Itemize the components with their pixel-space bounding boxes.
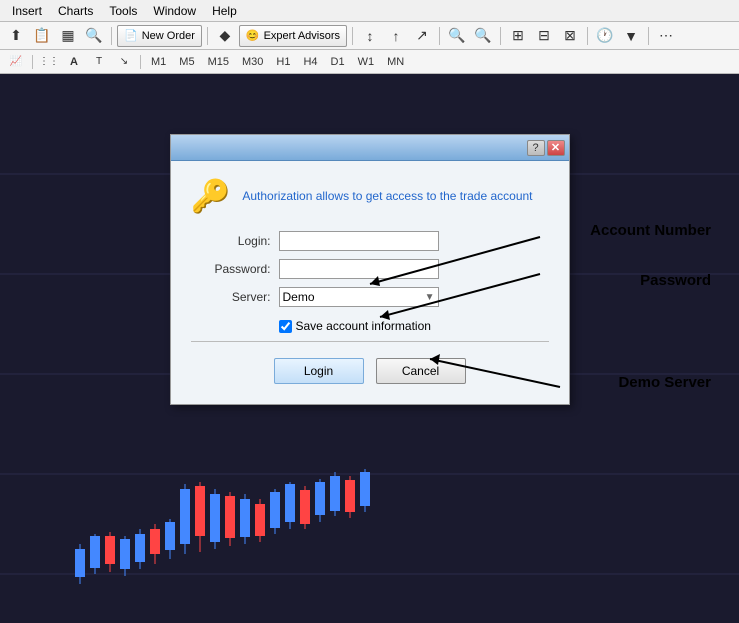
separator-6	[587, 27, 588, 45]
server-value: Demo	[283, 290, 315, 304]
expert-advisors-button[interactable]: 😊 Expert Advisors	[239, 25, 347, 47]
chart-area: ? ✕ 🔑 Authorization allows to get access…	[0, 74, 739, 623]
menu-help[interactable]: Help	[204, 2, 245, 20]
menu-insert[interactable]: Insert	[4, 2, 50, 20]
toolbar-btn-4[interactable]: 🔍	[82, 25, 106, 47]
password-annotation: Password	[640, 272, 711, 289]
save-info-row: Save account information	[279, 319, 549, 333]
separator-4	[439, 27, 440, 45]
password-label: Password:	[191, 262, 271, 276]
tf-h4[interactable]: H4	[297, 53, 323, 71]
dialog-divider	[191, 341, 549, 342]
toolbar-btn-1[interactable]: ⬆	[4, 25, 28, 47]
toolbar-btn-3[interactable]: ▦	[56, 25, 80, 47]
expert-icon: 😊	[246, 29, 260, 42]
tf-sep-2	[140, 55, 141, 69]
toolbar-btn-7[interactable]: ↑	[384, 25, 408, 47]
new-order-icon: 📄	[124, 29, 138, 42]
toolbar-btn-11[interactable]: ⊠	[558, 25, 582, 47]
timeframe-toolbar: 📈 ⋮⋮ A T ↘ M1 M5 M15 M30 H1 H4 D1 W1 MN	[0, 50, 739, 74]
menu-tools[interactable]: Tools	[101, 2, 145, 20]
dialog-buttons: Login Cancel	[191, 350, 549, 388]
server-row: Server: Demo ▼	[191, 287, 549, 307]
demo-server-annotation: Demo Server	[618, 374, 711, 391]
save-info-label: Save account information	[296, 319, 431, 333]
login-dialog: ? ✕ 🔑 Authorization allows to get access…	[170, 134, 570, 405]
dialog-titlebar: ? ✕	[171, 135, 569, 161]
separator-7	[648, 27, 649, 45]
cancel-button[interactable]: Cancel	[376, 358, 466, 384]
server-label: Server:	[191, 290, 271, 304]
dialog-form: Login: Password: Server: Demo ▼	[191, 231, 549, 307]
toolbar-t-btn[interactable]: T	[87, 51, 111, 73]
login-input[interactable]	[279, 231, 439, 251]
toolbar-btn-6[interactable]: ↕	[358, 25, 382, 47]
dialog-description: Authorization allows to get access to th…	[242, 189, 532, 203]
password-input[interactable]	[279, 259, 439, 279]
new-order-label: New Order	[142, 30, 195, 42]
account-number-annotation: Account Number	[590, 222, 711, 239]
toolbar-btn-12[interactable]: 🕐	[593, 25, 617, 47]
tf-d1[interactable]: D1	[325, 53, 351, 71]
expert-label: Expert Advisors	[264, 30, 340, 42]
toolbar-btn-9[interactable]: ⊞	[506, 25, 530, 47]
toolbar-btn-14[interactable]: ⋯	[654, 25, 678, 47]
tf-mn[interactable]: MN	[381, 53, 410, 71]
login-row: Login:	[191, 231, 549, 251]
new-order-button[interactable]: 📄 New Order	[117, 25, 202, 47]
password-row: Password:	[191, 259, 549, 279]
tf-h1[interactable]: H1	[270, 53, 296, 71]
tf-sep-1	[32, 55, 33, 69]
tf-m15[interactable]: M15	[202, 53, 235, 71]
toolbar-arrow-btn[interactable]: ↘	[112, 51, 136, 73]
dialog-help-button[interactable]: ?	[527, 140, 545, 156]
separator-3	[352, 27, 353, 45]
menu-bar: Insert Charts Tools Window Help	[0, 0, 739, 22]
menu-charts[interactable]: Charts	[50, 2, 101, 20]
separator-2	[207, 27, 208, 45]
tf-w1[interactable]: W1	[352, 53, 381, 71]
save-info-checkbox[interactable]	[279, 320, 292, 333]
zoom-out-button[interactable]: 🔍	[471, 25, 495, 47]
toolbar-btn-10[interactable]: ⊟	[532, 25, 556, 47]
select-arrow-icon: ▼	[425, 292, 435, 303]
toolbar-a-btn[interactable]: A	[62, 51, 86, 73]
toolbar-btn-8[interactable]: ↗	[410, 25, 434, 47]
tf-m1[interactable]: M1	[145, 53, 172, 71]
dialog-overlay: ? ✕ 🔑 Authorization allows to get access…	[0, 74, 739, 623]
toolbar-btn-2[interactable]: 📋	[30, 25, 54, 47]
dialog-close-button[interactable]: ✕	[547, 140, 565, 156]
tf-m5[interactable]: M5	[173, 53, 200, 71]
login-button[interactable]: Login	[274, 358, 364, 384]
separator-1	[111, 27, 112, 45]
dialog-body: 🔑 Authorization allows to get access to …	[171, 161, 569, 404]
server-select[interactable]: Demo ▼	[279, 287, 439, 307]
tf-m30[interactable]: M30	[236, 53, 269, 71]
main-toolbar: ⬆ 📋 ▦ 🔍 📄 New Order ◆ 😊 Expert Advisors …	[0, 22, 739, 50]
login-label: Login:	[191, 234, 271, 248]
menu-window[interactable]: Window	[145, 2, 204, 20]
zoom-in-button[interactable]: 🔍	[445, 25, 469, 47]
toolbar-indicator-btn[interactable]: 📈	[4, 51, 28, 73]
toolbar-btn-5[interactable]: ◆	[213, 25, 237, 47]
toolbar-btn-13[interactable]: ▼	[619, 25, 643, 47]
dialog-header: 🔑 Authorization allows to get access to …	[191, 177, 549, 215]
keys-icon: 🔑	[191, 177, 231, 215]
toolbar-grid-btn[interactable]: ⋮⋮	[37, 51, 61, 73]
separator-5	[500, 27, 501, 45]
